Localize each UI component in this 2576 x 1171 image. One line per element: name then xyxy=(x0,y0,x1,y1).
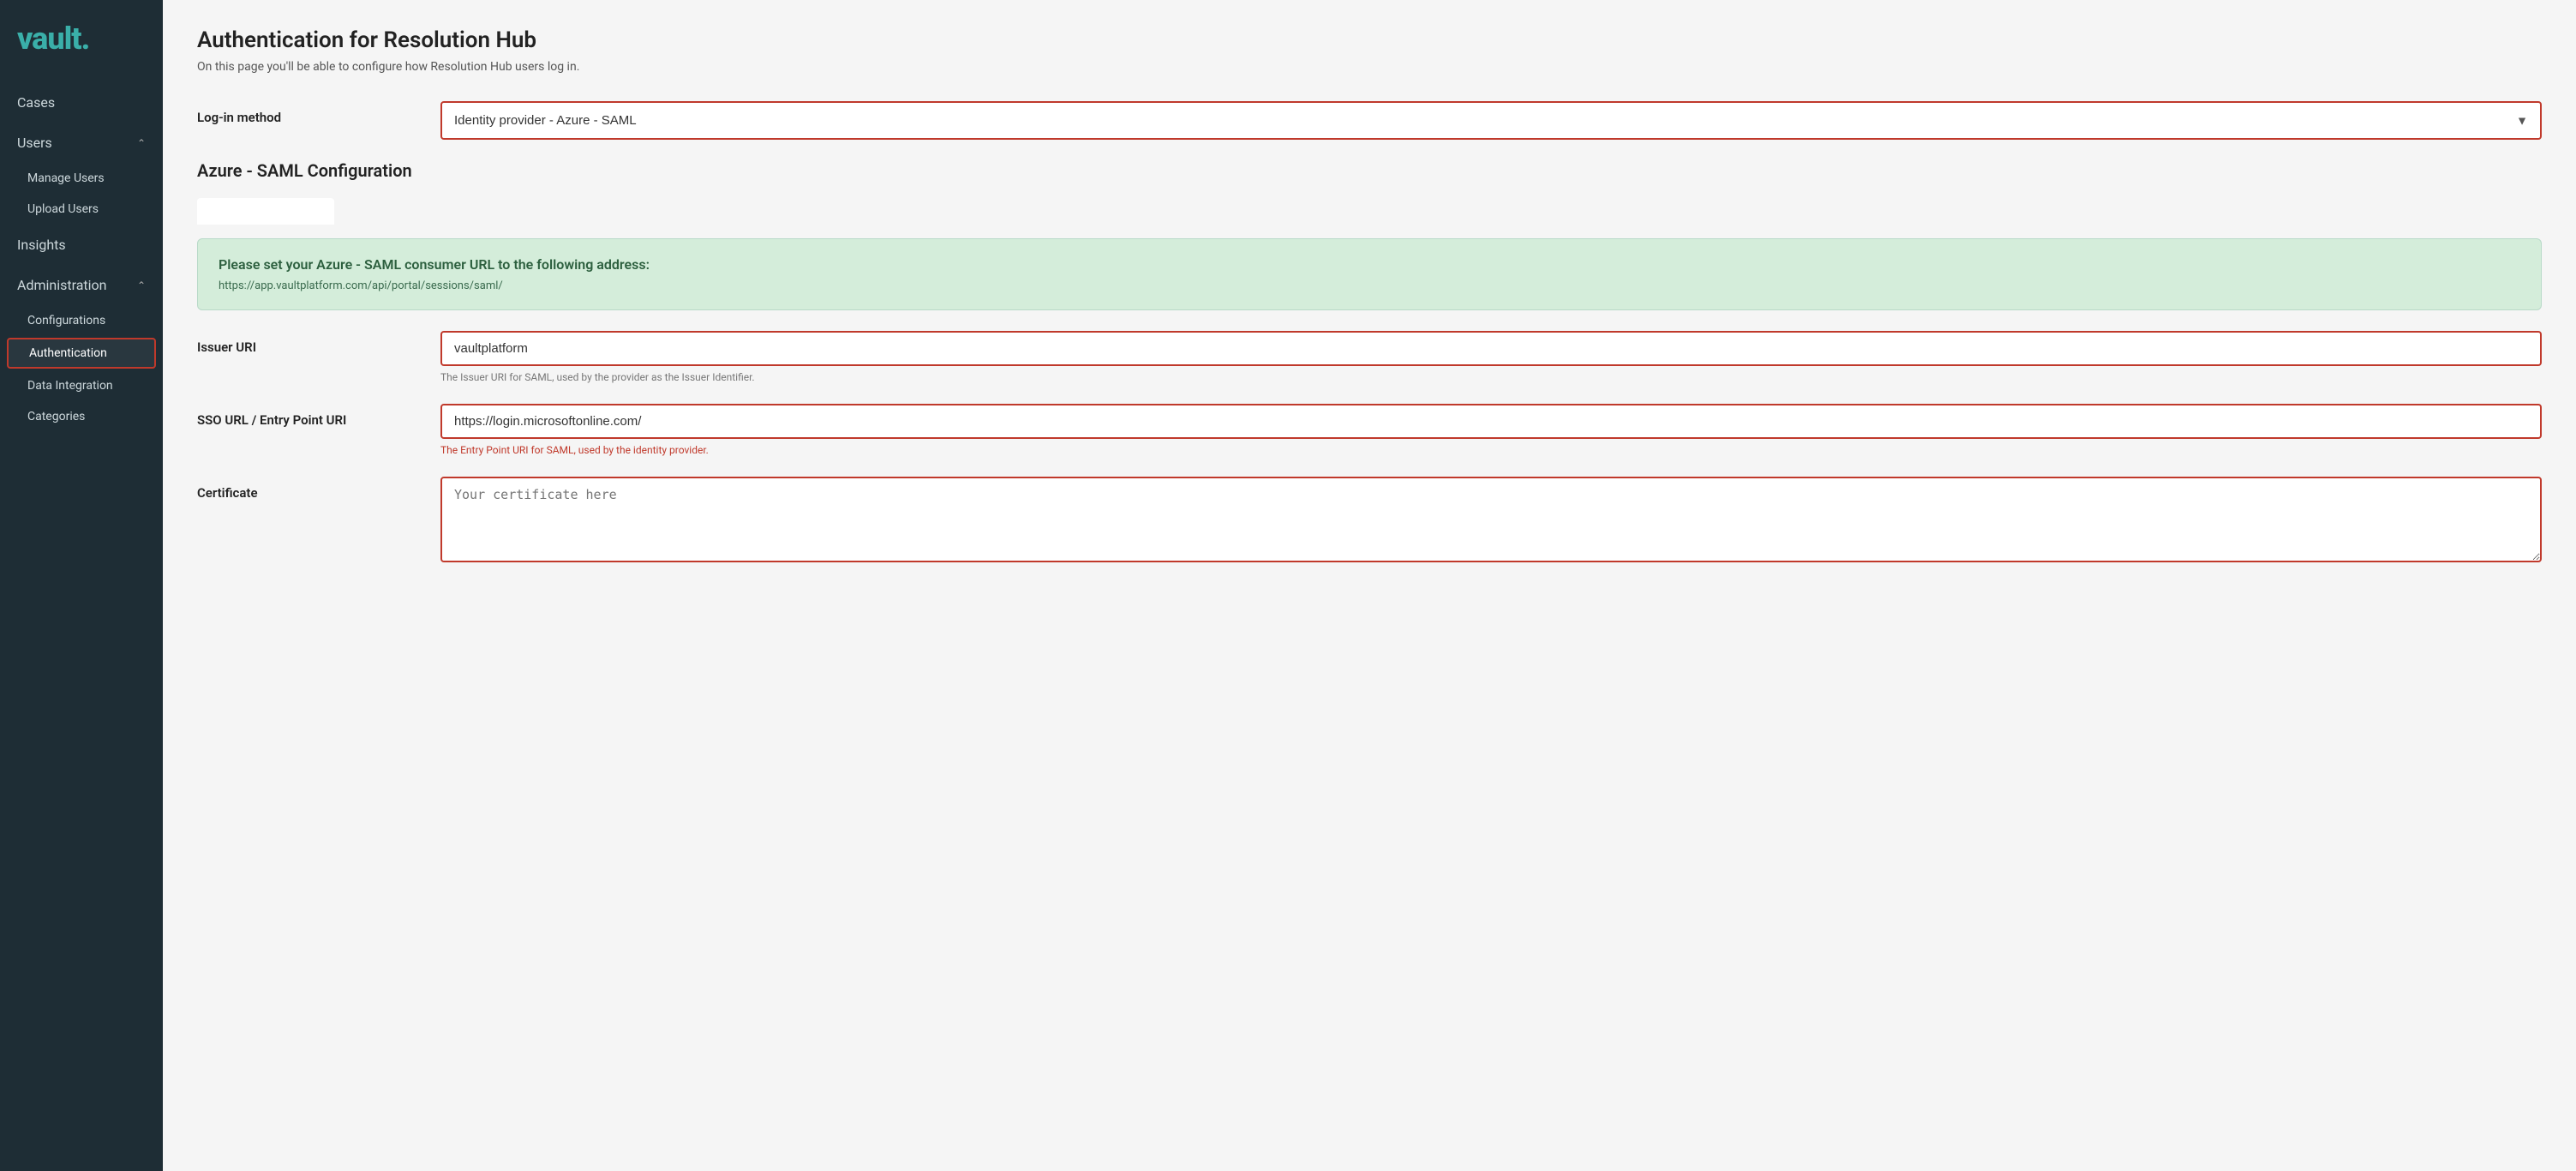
sso-url-label: SSO URL / Entry Point URI xyxy=(197,404,420,428)
saml-tab-1[interactable] xyxy=(197,198,334,225)
chevron-up-icon-admin: ⌃ xyxy=(137,279,146,291)
issuer-uri-hint: The Issuer URI for SAML, used by the pro… xyxy=(440,371,2542,383)
login-method-row: Log-in method Identity provider - Azure … xyxy=(197,101,2542,140)
sidebar-item-insights-label: Insights xyxy=(17,237,66,253)
login-method-select[interactable]: Identity provider - Azure - SAML Email /… xyxy=(442,103,2540,138)
sidebar-item-manage-users[interactable]: Manage Users xyxy=(0,163,163,194)
saml-consumer-url: https://app.vaultplatform.com/api/portal… xyxy=(219,279,2520,292)
login-method-control: Identity provider - Azure - SAML Email /… xyxy=(440,101,2542,140)
sidebar-nav: Cases Users ⌃ Manage Users Upload Users … xyxy=(0,82,163,432)
saml-info-box-title: Please set your Azure - SAML consumer UR… xyxy=(219,256,2520,273)
sidebar: vault. Cases Users ⌃ Manage Users Upload… xyxy=(0,0,163,1171)
issuer-uri-label: Issuer URI xyxy=(197,331,420,355)
saml-config-title: Azure - SAML Configuration xyxy=(197,160,2542,181)
login-method-select-wrapper: Identity provider - Azure - SAML Email /… xyxy=(440,101,2542,140)
sidebar-item-insights[interactable]: Insights xyxy=(0,225,163,265)
sidebar-item-upload-users[interactable]: Upload Users xyxy=(0,194,163,225)
page-subtitle: On this page you'll be able to configure… xyxy=(197,60,2542,74)
sidebar-item-categories[interactable]: Categories xyxy=(0,401,163,432)
certificate-label: Certificate xyxy=(197,477,420,501)
chevron-up-icon: ⌃ xyxy=(137,137,146,149)
sso-url-control: The Entry Point URI for SAML, used by th… xyxy=(440,404,2542,456)
logo: vault. xyxy=(0,0,163,82)
login-method-label: Log-in method xyxy=(197,101,420,125)
sso-url-input[interactable] xyxy=(440,404,2542,439)
sidebar-item-administration[interactable]: Administration ⌃ xyxy=(0,265,163,305)
issuer-uri-row: Issuer URI The Issuer URI for SAML, used… xyxy=(197,331,2542,383)
sidebar-item-users[interactable]: Users ⌃ xyxy=(0,123,163,163)
sidebar-item-cases-label: Cases xyxy=(17,94,55,111)
saml-info-box: Please set your Azure - SAML consumer UR… xyxy=(197,238,2542,310)
sidebar-item-data-integration[interactable]: Data Integration xyxy=(0,370,163,401)
sso-url-row: SSO URL / Entry Point URI The Entry Poin… xyxy=(197,404,2542,456)
certificate-row: Certificate xyxy=(197,477,2542,566)
main-content: Authentication for Resolution Hub On thi… xyxy=(163,0,2576,1171)
sso-url-hint: The Entry Point URI for SAML, used by th… xyxy=(440,444,2542,456)
certificate-textarea[interactable] xyxy=(440,477,2542,562)
certificate-control xyxy=(440,477,2542,566)
saml-tabs xyxy=(197,198,2542,225)
logo-text: vault. xyxy=(17,21,89,57)
sidebar-item-configurations[interactable]: Configurations xyxy=(0,305,163,336)
sidebar-item-authentication[interactable]: Authentication xyxy=(7,338,156,369)
page-title: Authentication for Resolution Hub xyxy=(197,27,2542,53)
issuer-uri-input[interactable] xyxy=(440,331,2542,366)
saml-config-section: Azure - SAML Configuration Please set yo… xyxy=(197,160,2542,566)
sidebar-item-users-label: Users xyxy=(17,135,52,151)
issuer-uri-control: The Issuer URI for SAML, used by the pro… xyxy=(440,331,2542,383)
sidebar-item-administration-label: Administration xyxy=(17,277,107,293)
sidebar-item-cases[interactable]: Cases xyxy=(0,82,163,123)
